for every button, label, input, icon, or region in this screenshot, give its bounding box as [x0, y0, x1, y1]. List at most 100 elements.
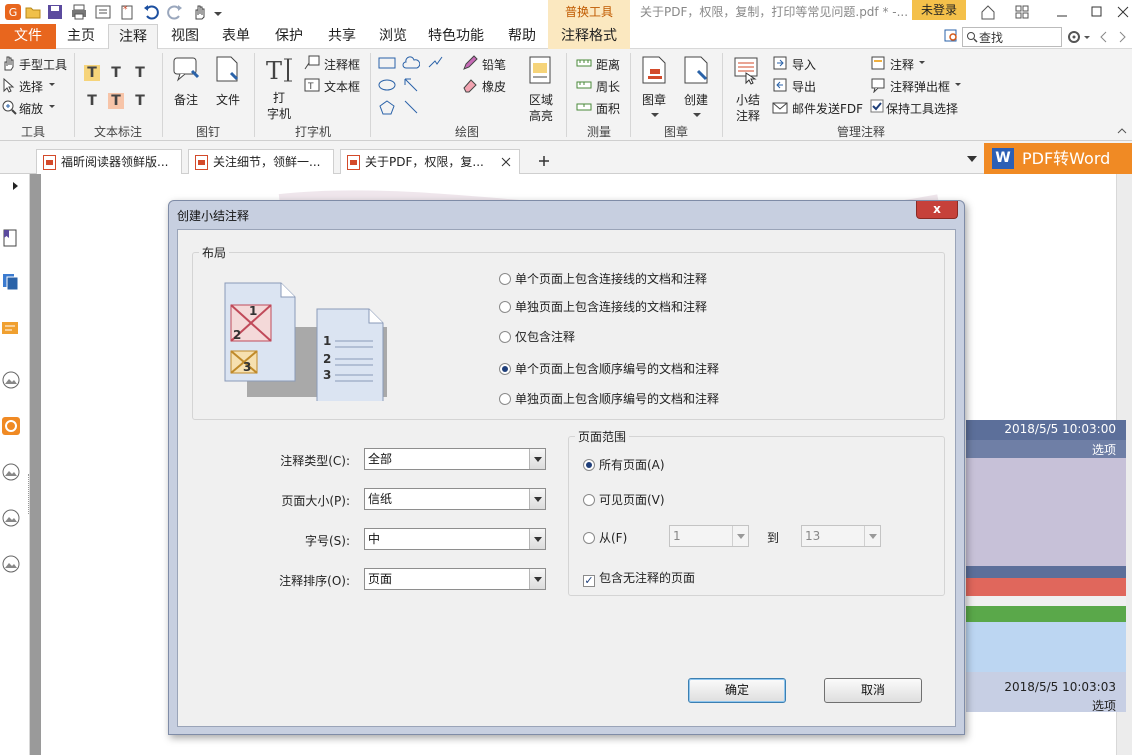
- popup-button[interactable]: 注释弹出框: [890, 78, 950, 95]
- search-input[interactable]: 查找: [962, 27, 1062, 47]
- content-icon[interactable]: [1, 508, 21, 528]
- file-attach-button[interactable]: 文件: [216, 91, 240, 108]
- summarize-label-2[interactable]: 注释: [736, 107, 760, 124]
- radio-button[interactable]: [583, 494, 595, 506]
- ellipse-icon[interactable]: [378, 77, 396, 97]
- tab-home[interactable]: 主页: [58, 24, 104, 49]
- tab-protect[interactable]: 保护: [264, 24, 314, 49]
- dialog-close-button[interactable]: x: [916, 201, 958, 219]
- destinations-icon[interactable]: [1, 554, 21, 574]
- include-empty-pages[interactable]: ✓ 包含无注释的页面: [583, 570, 695, 587]
- page-range-visible[interactable]: 可见页面(V): [583, 492, 665, 508]
- save-icon[interactable]: [46, 3, 64, 21]
- tab-file[interactable]: 文件: [0, 24, 56, 49]
- layout-option[interactable]: 单独页面上包含连接线的文档和注释: [499, 299, 707, 315]
- sort-order-select[interactable]: 页面: [364, 568, 546, 590]
- create-stamp-icon[interactable]: [682, 55, 712, 89]
- new-document-icon[interactable]: *: [118, 3, 136, 21]
- customize-toolbar-icon[interactable]: [212, 3, 224, 21]
- layout-option[interactable]: 仅包含注释: [499, 329, 575, 345]
- hand-tool-quick-icon[interactable]: [190, 3, 208, 21]
- polyline-icon[interactable]: [426, 55, 444, 75]
- distance-button[interactable]: 距离: [596, 56, 620, 73]
- area-highlight-icon[interactable]: [526, 55, 556, 89]
- tab-view[interactable]: 视图: [162, 24, 208, 49]
- tab-share[interactable]: 共享: [318, 24, 366, 49]
- pages-icon[interactable]: [1, 272, 21, 292]
- area-highlight-label-2[interactable]: 高亮: [529, 107, 553, 124]
- comment-options-button[interactable]: 选项: [966, 697, 1126, 714]
- rectangle-icon[interactable]: [378, 55, 396, 75]
- page-range-from[interactable]: 从(F): [583, 530, 627, 546]
- settings-gear-icon[interactable]: [1066, 28, 1092, 46]
- redo-icon[interactable]: [166, 3, 184, 21]
- eraser-button[interactable]: 橡皮: [482, 78, 506, 95]
- layout-option[interactable]: 单个页面上包含连接线的文档和注释: [499, 271, 707, 287]
- radio-button[interactable]: [499, 331, 511, 343]
- stamp-dropdown-icon[interactable]: [650, 109, 660, 124]
- new-tab-icon[interactable]: [536, 151, 552, 171]
- undo-icon[interactable]: [142, 3, 160, 21]
- typewriter-label-2[interactable]: 字机: [267, 105, 291, 122]
- layout-grid-icon[interactable]: [1012, 2, 1032, 22]
- squiggly-text-icon[interactable]: T: [108, 65, 124, 81]
- nav-back-icon[interactable]: [1098, 28, 1110, 46]
- comment-options-button[interactable]: 选项: [966, 441, 1126, 458]
- radio-button[interactable]: [583, 532, 595, 544]
- zoom-dropdown-icon[interactable]: [48, 100, 56, 116]
- tab-help[interactable]: 帮助: [498, 24, 546, 49]
- page-size-select[interactable]: 信纸: [364, 488, 546, 510]
- replace-text-icon[interactable]: T: [108, 93, 124, 109]
- font-size-select[interactable]: 中: [364, 528, 546, 550]
- typewriter-label-1[interactable]: 打: [273, 89, 285, 106]
- textbox-button[interactable]: 文本框: [324, 78, 360, 95]
- comments-panel-icon[interactable]: [1, 320, 21, 340]
- keep-tool-checkbox[interactable]: [870, 99, 884, 117]
- layout-option[interactable]: 单独页面上包含顺序编号的文档和注释: [499, 391, 719, 407]
- properties-icon[interactable]: [94, 3, 112, 21]
- attachments-icon[interactable]: [1, 416, 21, 436]
- polygon-icon[interactable]: [378, 99, 396, 119]
- doc-tab[interactable]: 福昕阅读器领鲜版...: [36, 149, 182, 174]
- tab-list-dropdown-icon[interactable]: [966, 153, 978, 165]
- open-folder-icon[interactable]: [24, 3, 42, 21]
- pencil-button[interactable]: 铅笔: [482, 56, 506, 73]
- cancel-button[interactable]: 取消: [824, 678, 922, 703]
- tab-features[interactable]: 特色功能: [420, 24, 492, 49]
- summarize-comments-icon[interactable]: [732, 55, 762, 89]
- export-button[interactable]: 导出: [792, 78, 816, 95]
- signatures-icon[interactable]: [1, 462, 21, 482]
- radio-button-selected[interactable]: [499, 363, 511, 375]
- arrow-icon[interactable]: [402, 77, 420, 97]
- popup-dropdown-icon[interactable]: [954, 78, 962, 94]
- zoom-tool-button[interactable]: 缩放: [19, 100, 43, 117]
- insert-text-icon[interactable]: T: [132, 93, 148, 109]
- underline-text-icon[interactable]: T: [132, 65, 148, 81]
- nav-forward-icon[interactable]: [1116, 28, 1128, 46]
- stamp-button[interactable]: 图章: [642, 91, 666, 108]
- perimeter-button[interactable]: 周长: [596, 78, 620, 95]
- page-range-all[interactable]: 所有页面(A): [583, 457, 665, 473]
- highlight-text-icon[interactable]: T: [84, 65, 100, 81]
- radio-button-selected[interactable]: [583, 459, 595, 471]
- note-icon[interactable]: [172, 55, 202, 89]
- file-attach-icon[interactable]: [213, 55, 243, 89]
- annotation-type-select[interactable]: 全部: [364, 448, 546, 470]
- layers-icon[interactable]: [1, 370, 21, 390]
- typewriter-icon[interactable]: T: [264, 55, 294, 89]
- close-tab-icon[interactable]: [501, 150, 511, 175]
- print-icon[interactable]: [70, 3, 88, 21]
- comments-dropdown-icon[interactable]: [918, 56, 926, 72]
- page-to-select[interactable]: 13: [801, 525, 881, 547]
- import-button[interactable]: 导入: [792, 56, 816, 73]
- include-empty-checkbox[interactable]: ✓: [583, 575, 595, 587]
- create-stamp-button[interactable]: 创建: [684, 91, 708, 108]
- page-from-select[interactable]: 1: [669, 525, 749, 547]
- search-mode-icon[interactable]: [944, 28, 960, 44]
- summarize-label-1[interactable]: 小结: [736, 91, 760, 108]
- cloud-icon[interactable]: [402, 55, 421, 75]
- expand-panel-icon[interactable]: [10, 178, 20, 198]
- area-highlight-label-1[interactable]: 区域: [529, 91, 553, 108]
- select-tool-button[interactable]: 选择: [19, 78, 43, 95]
- login-button[interactable]: 未登录: [912, 0, 966, 20]
